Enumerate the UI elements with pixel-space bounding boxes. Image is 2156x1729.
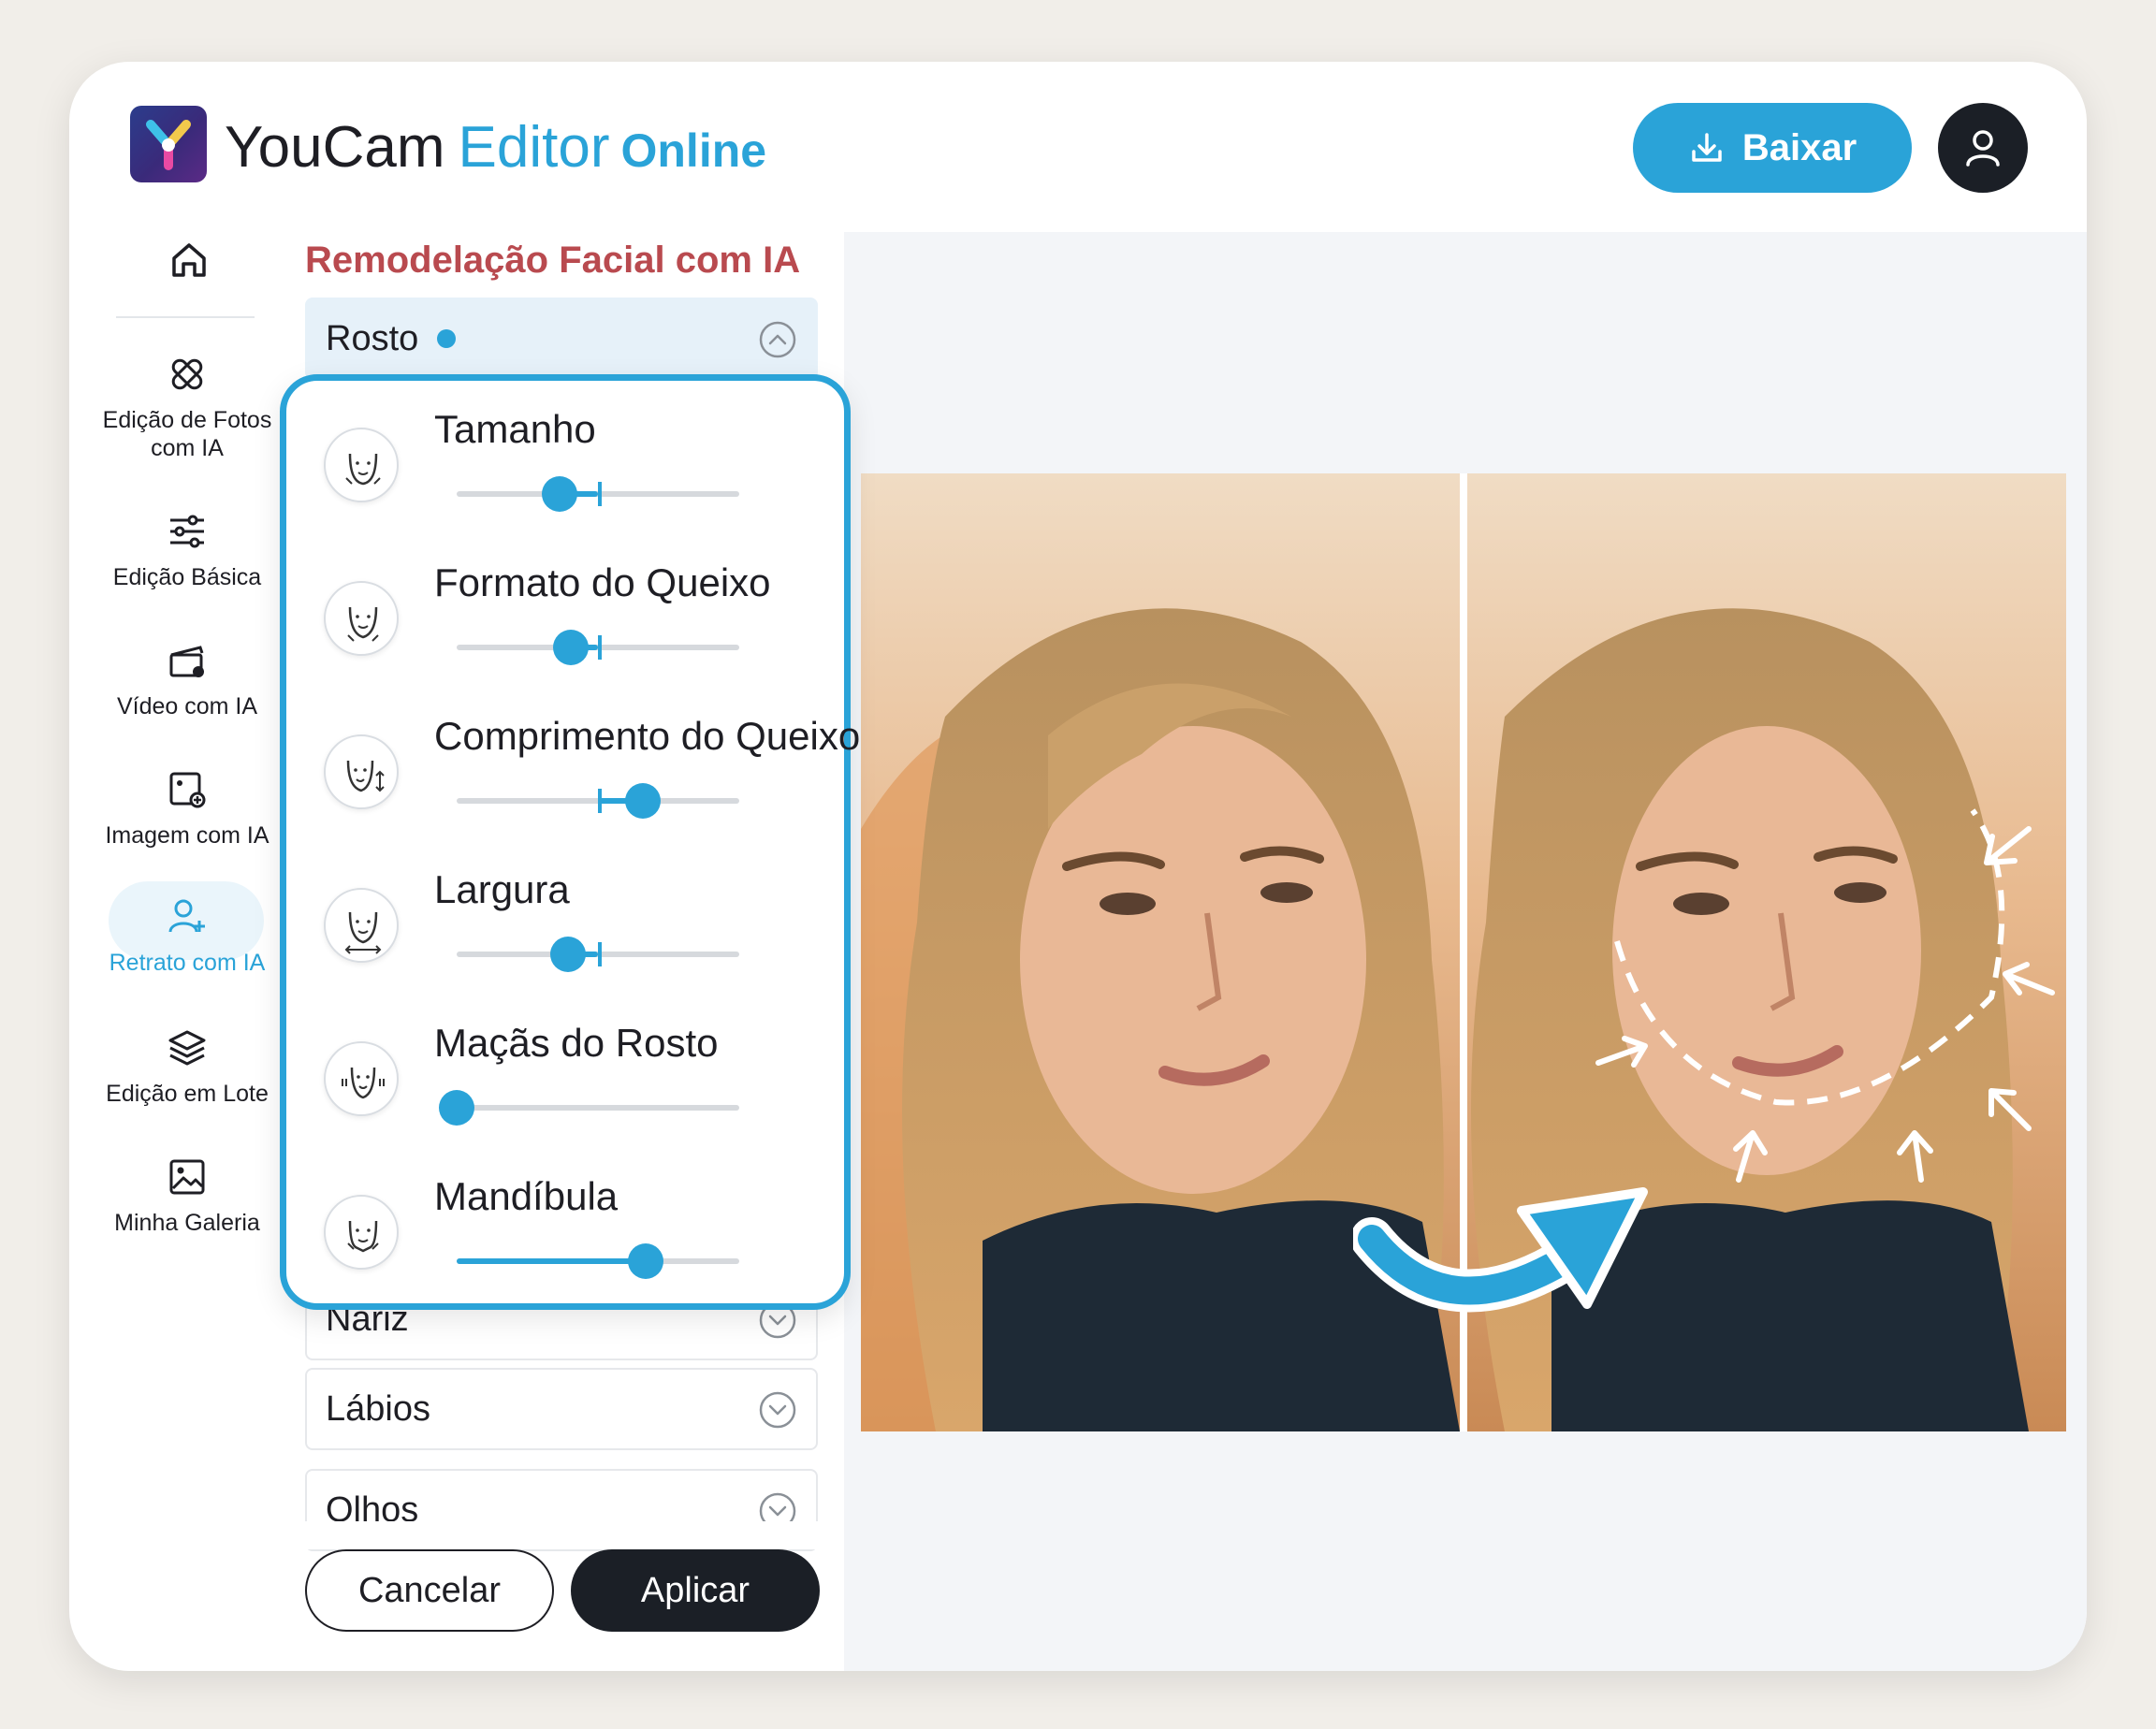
nav-item-batch[interactable]: Edição em Lote	[79, 1027, 296, 1108]
nav-label: Minha Galeria	[114, 1210, 260, 1236]
nav-label: Imagem com IA	[105, 822, 270, 849]
panel-scroll-clip	[294, 1521, 837, 1549]
slider-label: Formato do Queixo	[434, 560, 771, 604]
nav-label: Edição de Fotos com IA	[102, 407, 272, 461]
slider-track[interactable]	[457, 783, 739, 819]
slider-fill	[457, 1258, 647, 1264]
section-labios[interactable]: Lábios	[305, 1368, 818, 1450]
slider-label: Largura	[434, 867, 570, 911]
nav-item-basic[interactable]: Edição Básica	[79, 511, 296, 591]
slider-knob[interactable]	[439, 1090, 474, 1126]
account-button[interactable]	[1938, 103, 2028, 193]
slider-row: Tamanho	[286, 401, 844, 542]
user-add-icon	[168, 899, 205, 933]
bandage-icon	[171, 358, 203, 390]
nav-label: Edição Básica	[112, 564, 262, 590]
slider-row: Mandíbula	[286, 1169, 844, 1309]
nav-label: Edição em Lote	[106, 1081, 269, 1107]
section-label: Lábios	[326, 1388, 430, 1429]
slider-knob[interactable]	[625, 783, 662, 819]
image-sparkle-icon	[169, 772, 206, 808]
gallery-icon	[169, 1159, 205, 1195]
slider-track[interactable]	[439, 1090, 739, 1126]
face-width-icon	[324, 888, 399, 963]
section-label: Rosto	[326, 318, 419, 358]
face-size-icon	[324, 428, 399, 502]
slider-label: Tamanho	[434, 407, 596, 451]
slider-label: Maçãs do Rosto	[434, 1021, 719, 1065]
clapperboard-icon	[169, 646, 204, 677]
chevron-up-icon	[759, 321, 796, 358]
section-indicator-dot	[437, 329, 457, 348]
slider-row: Formato do Queixo	[286, 555, 844, 695]
cheekbones-icon	[324, 1041, 399, 1116]
download-icon	[1692, 133, 1722, 162]
slider-row: Maçãs do Rosto	[286, 1015, 844, 1155]
nav-item-gallery[interactable]: Minha Galeria	[79, 1156, 296, 1237]
cancel-button[interactable]: Cancelar	[305, 1549, 554, 1632]
brand-word-editor: Editor	[458, 115, 610, 180]
chin-shape-icon	[324, 581, 399, 656]
nav-item-photo-ai[interactable]: Edição de Fotos com IA	[79, 354, 296, 462]
apply-button[interactable]: Aplicar	[571, 1549, 820, 1632]
download-button[interactable]: Baixar	[1633, 103, 1912, 193]
slider-track[interactable]	[457, 1243, 739, 1279]
nav-item-video[interactable]: Vídeo com IA	[79, 640, 296, 720]
nav-divider	[116, 316, 255, 318]
slider-label: Mandíbula	[434, 1174, 619, 1218]
nav-label: Vídeo com IA	[116, 693, 258, 719]
slider-center-tick	[598, 482, 602, 506]
nav-label: Retrato com IA	[109, 950, 266, 976]
slider-center-tick	[598, 635, 602, 660]
slider-row: Largura	[286, 862, 844, 1002]
slider-track[interactable]	[457, 937, 739, 972]
download-label: Baixar	[1741, 126, 1857, 168]
nav-item-portrait[interactable]: Retrato com IA	[79, 896, 296, 977]
transition-arrow-icon	[1353, 1187, 1648, 1313]
slider-track[interactable]	[457, 630, 739, 665]
slider-label: Comprimento do Queixo	[434, 714, 861, 758]
layers-icon	[168, 1030, 206, 1066]
slider-knob[interactable]	[550, 937, 587, 972]
panel-title: Remodelação Facial com IA	[305, 240, 801, 281]
slider-row: Comprimento do Queixo	[286, 708, 860, 849]
jawline-icon	[324, 1195, 399, 1270]
user-icon	[1966, 130, 2000, 167]
chevron-down-icon	[759, 1391, 796, 1429]
app-window: YouCam Editor Online Baixar Edição de Foto…	[69, 62, 2087, 1671]
nav-home[interactable]	[167, 238, 211, 283]
slider-knob[interactable]	[553, 630, 590, 665]
brand-word-online: Online	[620, 124, 767, 177]
brand-title: YouCam Editor Online	[225, 110, 766, 185]
slider-knob[interactable]	[542, 476, 578, 512]
face-sliders-popup: Tamanho Formato do Queixo Comprimento do…	[280, 374, 860, 1310]
nav-item-image[interactable]: Imagem com IA	[79, 769, 296, 850]
youcam-logo	[130, 106, 207, 182]
section-rosto[interactable]: Rosto	[305, 298, 818, 380]
sliders-icon	[170, 515, 204, 548]
slider-knob[interactable]	[628, 1243, 664, 1279]
slider-track[interactable]	[457, 476, 739, 512]
slider-center-tick	[598, 942, 602, 966]
chin-length-icon	[324, 734, 399, 809]
brand-word-youcam: YouCam	[225, 115, 445, 180]
home-icon	[172, 243, 206, 277]
